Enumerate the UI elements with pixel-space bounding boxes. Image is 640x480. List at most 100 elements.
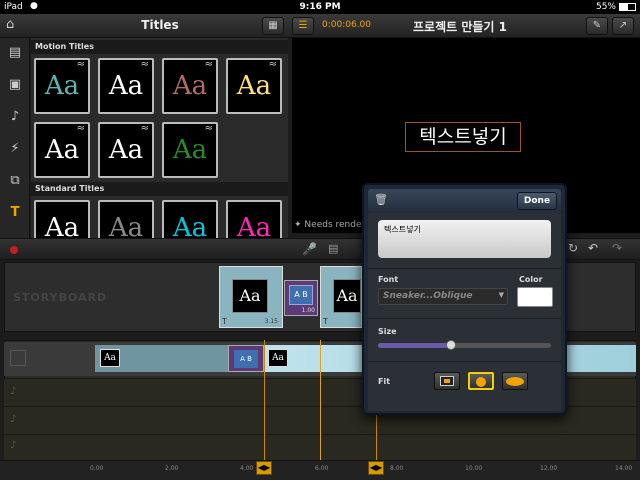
color-swatch[interactable] [517, 287, 553, 307]
ruler-tick-label: 8.00 [390, 465, 404, 472]
font-label: Font [378, 275, 399, 284]
battery-icon [619, 3, 636, 11]
export-button[interactable]: ↗ [612, 17, 634, 35]
storyboard-clip-title-2[interactable]: Aa T [320, 266, 362, 328]
microphone-icon[interactable]: 🎤 [302, 242, 317, 256]
motion-title-thumb[interactable]: Aa ≈ [98, 58, 154, 114]
undo-icon[interactable]: ↶ [588, 241, 598, 255]
motion-badge-icon: ≈ [204, 123, 213, 134]
thumb-label: Aa [44, 135, 80, 165]
project-title: 프로젝트 만들기 1 [413, 20, 507, 34]
motion-badge-icon: ≈ [140, 59, 149, 70]
render-icon: ✦ [294, 220, 302, 230]
music-icon: ♪ [10, 414, 17, 425]
size-label: Size [378, 327, 397, 336]
thumb-label: Aa [172, 135, 208, 165]
status-bar: iPad ● 9:16 PM 55% [0, 0, 640, 14]
redo-partial-icon[interactable]: ↻ [568, 241, 578, 255]
trim-handle-left[interactable]: ◀▶ [256, 461, 272, 475]
motion-titles-header: Motion Titles [31, 40, 288, 54]
motion-title-thumb[interactable]: Aa ≈ [162, 58, 218, 114]
motion-title-thumb[interactable]: Aa ≈ [34, 58, 90, 114]
timeline-transition[interactable]: A B [228, 345, 264, 372]
title-edit-popover: 🗑 Done 텍스트넣기 Font Color Sneaker...Obliqu… [362, 183, 567, 415]
thumb-label: Aa [108, 71, 144, 101]
thumb-label: Aa [44, 213, 80, 238]
title-clip-icon: T [222, 317, 227, 326]
battery-percent: 55% [595, 2, 616, 12]
motion-title-thumb[interactable]: Aa ≈ [162, 122, 218, 178]
title-text-input[interactable]: 텍스트넣기 [378, 220, 551, 258]
thumb-label: Aa [236, 71, 272, 101]
transition-duration: 1.00 [301, 307, 315, 314]
grid-view-button[interactable]: ▦ [262, 17, 284, 35]
playhead[interactable] [320, 340, 321, 462]
ruler-tick-label: 14.00 [615, 465, 633, 472]
fit-letterbox-button[interactable] [434, 372, 460, 390]
popover-body: 텍스트넣기 Font Color Sneaker...Oblique ▼ Siz… [368, 213, 561, 411]
time-ruler[interactable]: 0.00 2.00 4.00 6.00 8.00 10.00 12.00 14.00 [0, 460, 640, 480]
storyboard-transition[interactable]: A B 1.00 [284, 280, 318, 316]
motion-badge-icon: ≈ [76, 59, 85, 70]
top-toolbar: ⌂ Titles ▦ ☰ 0:00:06.00 프로젝트 만들기 1 ✎ ↗ [0, 14, 640, 38]
motion-title-thumb[interactable]: Aa ≈ [34, 122, 90, 178]
photo-library-icon[interactable]: ▣ [6, 76, 24, 94]
redo-icon[interactable]: ↷ [612, 241, 622, 255]
fit-center-button[interactable] [468, 372, 494, 390]
storyboard-toggle-icon[interactable]: ▤ [328, 242, 338, 255]
transitions-icon[interactable]: ⧉ [6, 172, 24, 190]
fit-fill-button[interactable] [502, 372, 528, 390]
storyboard-label: STORYBOARD [13, 291, 108, 304]
done-button[interactable]: Done [517, 192, 557, 210]
standard-title-thumb[interactable]: Aa [162, 200, 218, 238]
titles-icon[interactable]: T [6, 204, 24, 222]
timeline-clip-a-thumb: Aa [100, 349, 120, 367]
motion-badge-icon: ≈ [76, 123, 85, 134]
media-sidebar: ▤ ▣ ♪ ⚡ ⧉ T [0, 38, 30, 238]
video-library-icon[interactable]: ▤ [6, 44, 24, 62]
motion-badge-icon: ≈ [140, 123, 149, 134]
motion-title-thumb[interactable]: Aa ≈ [226, 58, 282, 114]
effects-icon[interactable]: ⚡ [6, 140, 24, 158]
preview-title-text[interactable]: 텍스트넣기 [405, 122, 521, 152]
standard-title-thumb[interactable]: Aa [98, 200, 154, 238]
trim-line-left [264, 340, 265, 462]
color-label: Color [519, 275, 543, 284]
ruler-tick-label: 12.00 [540, 465, 558, 472]
clip-duration: 3.15 [264, 318, 278, 325]
font-select-value: Sneaker...Oblique [383, 291, 473, 301]
fit-label: Fit [378, 377, 391, 386]
thumb-label: Aa [172, 213, 208, 238]
thumb-label: Aa [108, 213, 144, 238]
trash-icon[interactable]: 🗑 [374, 193, 388, 206]
timeline-clip-b-thumb: Aa [268, 349, 288, 367]
music-icon: ♪ [10, 386, 17, 397]
list-view-button[interactable]: ☰ [292, 17, 314, 35]
divider [368, 268, 561, 269]
record-icon[interactable] [10, 246, 18, 254]
size-slider-fill [378, 343, 451, 348]
music-icon: ♪ [10, 440, 17, 451]
video-track-icon [10, 350, 26, 366]
ruler-tick-label: 0.00 [90, 465, 104, 472]
thumb-label: Aa [172, 71, 208, 101]
font-select[interactable]: Sneaker...Oblique ▼ [378, 288, 508, 305]
standard-title-thumb[interactable]: Aa [226, 200, 282, 238]
motion-title-thumb[interactable]: Aa ≈ [98, 122, 154, 178]
trim-handle-right[interactable]: ◀▶ [368, 461, 384, 475]
home-icon[interactable]: ⌂ [6, 17, 14, 32]
chevron-down-icon: ▼ [498, 291, 504, 299]
thumb-label: Aa [236, 213, 272, 238]
panel-title: Titles [141, 18, 179, 32]
standard-titles-header: Standard Titles [31, 182, 288, 196]
project-settings-button[interactable]: ✎ [586, 17, 608, 35]
standard-title-thumb[interactable]: Aa [34, 200, 90, 238]
storyboard-clip-title-1[interactable]: Aa T 3.15 [219, 266, 283, 328]
ruler-tick-label: 10.00 [465, 465, 483, 472]
ruler-tick-label: 4.00 [240, 465, 254, 472]
motion-badge-icon: ≈ [268, 59, 277, 70]
music-icon[interactable]: ♪ [6, 108, 24, 126]
divider [368, 318, 561, 319]
size-slider-thumb[interactable] [446, 340, 456, 350]
thumb-label: Aa [44, 71, 80, 101]
